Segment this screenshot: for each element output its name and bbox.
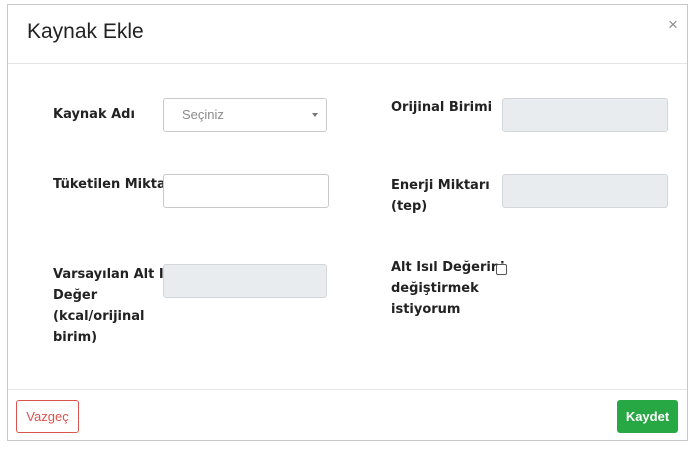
chevron-down-icon (312, 113, 318, 117)
tuketilen-miktar-input[interactable] (163, 174, 329, 208)
tuketilen-miktar-label: Tüketilen Miktar (53, 177, 173, 192)
varsayilan-label-line2: Değer (53, 288, 98, 303)
kaynak-adi-select-value: Seçiniz (182, 107, 224, 122)
enerji-miktari-label: Enerji Miktarı (tep) (391, 175, 490, 217)
save-button[interactable]: Kaydet (617, 400, 678, 433)
kaynak-adi-label: Kaynak Adı (53, 107, 135, 122)
orijinal-birimi-field (502, 98, 668, 132)
varsayilan-alt-isil-field (163, 264, 327, 298)
orijinal-birimi-label: Orijinal Birimi (391, 100, 493, 115)
enerji-miktari-field (502, 174, 668, 208)
varsayilan-label-line4: birim) (53, 330, 98, 345)
enerji-miktari-label-line1: Enerji Miktarı (391, 178, 490, 193)
close-icon[interactable]: × (665, 16, 681, 33)
alt-isil-toggle-label: Alt Isıl Değerini değiştirmek istiyorum (391, 257, 505, 320)
modal-title: Kaynak Ekle (27, 20, 144, 43)
alt-isil-label-line3: istiyorum (391, 302, 461, 317)
add-source-modal: Kaynak Ekle × Kaynak Adı Seçiniz Orijina… (7, 4, 688, 441)
varsayilan-label-line1: Varsayılan Alt Isıl (53, 267, 181, 282)
modal-header: Kaynak Ekle × (8, 5, 687, 64)
cancel-button[interactable]: Vazgeç (16, 400, 79, 433)
alt-isil-label-line2: değiştirmek (391, 281, 479, 296)
varsayilan-alt-isil-label: Varsayılan Alt Isıl Değer (kcal/orijinal… (53, 264, 180, 348)
kaynak-adi-select[interactable]: Seçiniz (163, 98, 327, 132)
alt-isil-label-line1: Alt Isıl Değerini (391, 260, 505, 275)
alt-isil-checkbox[interactable] (496, 264, 507, 275)
modal-footer-divider (8, 389, 687, 390)
enerji-miktari-label-line2: (tep) (391, 199, 428, 214)
varsayilan-label-line3: (kcal/orijinal (53, 309, 145, 324)
